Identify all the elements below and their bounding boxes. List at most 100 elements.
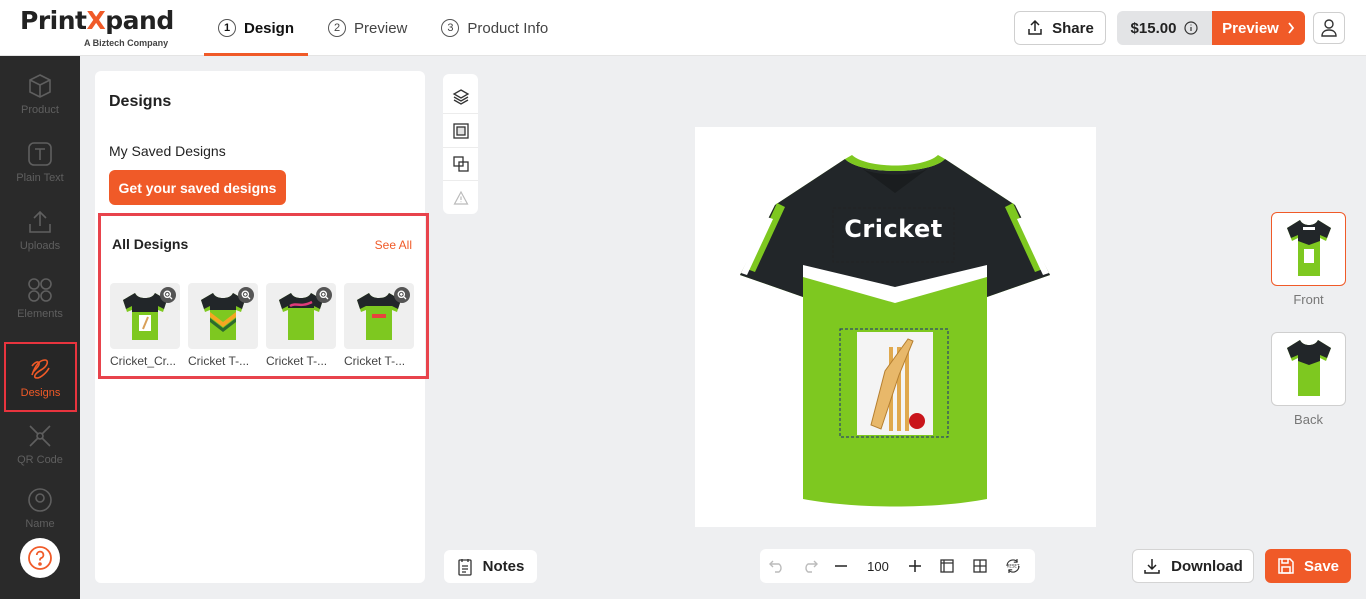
design-thumbnail[interactable]: Cricket_Cr... [110, 283, 180, 368]
share-icon [1028, 19, 1042, 35]
view-front[interactable]: Front [1271, 212, 1346, 307]
preview-button[interactable]: Preview [1212, 11, 1305, 45]
elements-icon [28, 278, 52, 302]
zoom-value[interactable]: 100 [856, 559, 900, 574]
design-thumbnail[interactable]: Cricket T-... [188, 283, 258, 368]
fit-screen-button[interactable] [930, 549, 963, 583]
all-designs-section: All Designs See All Cricket_Cr... Cricke… [98, 213, 429, 379]
notes-icon [458, 558, 472, 576]
layers-button[interactable] [443, 80, 478, 113]
rail-item-label: Name [25, 518, 55, 530]
name-icon [28, 488, 52, 512]
svg-text:RESET: RESET [1006, 564, 1019, 569]
reset-button[interactable]: RESET [996, 549, 1029, 583]
rail-item-label: Uploads [19, 240, 61, 252]
share-button[interactable]: Share [1014, 11, 1106, 45]
price-value: $15.00 [1130, 19, 1177, 37]
tshirt-front-icon [740, 155, 1050, 507]
text-icon [28, 142, 52, 166]
preview-label: Preview [1222, 19, 1279, 37]
zoom-toolbar: 100 RESET [760, 549, 1035, 583]
download-button[interactable]: Download [1132, 549, 1254, 583]
help-button[interactable] [20, 538, 60, 578]
rail-item-label: Plain Text [16, 172, 64, 184]
logo-text-pand: pand [105, 6, 174, 35]
get-saved-designs-button[interactable]: Get your saved designs [109, 170, 286, 205]
bring-forward-icon [452, 123, 469, 139]
download-icon [1144, 559, 1160, 574]
printxpand-logo[interactable]: PrintXpand A Biztech Company [20, 6, 180, 50]
info-icon [1184, 21, 1199, 35]
price-preview-group: $15.00 Preview [1117, 11, 1305, 45]
minus-icon [835, 565, 847, 567]
zoom-in-icon[interactable] [238, 287, 254, 303]
rail-item-elements[interactable]: Elements [0, 268, 80, 328]
top-header: PrintXpand A Biztech Company 1 Design 2 … [0, 0, 1366, 56]
designs-panel: Designs My Saved Designs Get your saved … [95, 71, 429, 583]
rail-item-qr-code[interactable]: QR Code [0, 414, 80, 474]
tshirt-front-thumb-icon [1286, 220, 1331, 276]
rail-item-name[interactable]: Name [0, 482, 80, 534]
undo-button[interactable] [760, 549, 793, 583]
send-backward-button[interactable] [443, 146, 478, 181]
rail-item-label: QR Code [17, 454, 63, 466]
rail-item-label: Designs [20, 387, 61, 399]
reset-icon: RESET [1005, 559, 1019, 573]
tab-product-info[interactable]: 3 Product Info [427, 0, 562, 56]
design-thumbnail[interactable]: Cricket T-... [266, 283, 336, 368]
design-thumbnail[interactable]: Cricket T-... [344, 283, 414, 368]
step-label: Design [244, 19, 295, 37]
warning-button[interactable] [443, 180, 478, 214]
download-label: Download [1171, 557, 1243, 575]
undo-icon [768, 560, 782, 573]
save-button[interactable]: Save [1265, 549, 1351, 583]
tab-design[interactable]: 1 Design [204, 0, 309, 56]
send-backward-icon [452, 156, 469, 172]
canvas-text-cricket[interactable]: Cricket [835, 215, 952, 243]
see-all-link[interactable]: See All [375, 238, 412, 252]
rail-item-uploads[interactable]: Uploads [0, 200, 80, 260]
warning-icon [452, 190, 469, 205]
help-icon [28, 546, 52, 570]
design-label: Cricket T-... [344, 354, 406, 368]
design-canvas[interactable]: Cricket [695, 127, 1096, 527]
share-label: Share [1052, 19, 1094, 37]
save-label: Save [1303, 557, 1340, 575]
plus-icon [909, 560, 921, 572]
left-tool-rail: Product Plain Text Uploads Elements Desi… [0, 56, 80, 599]
view-label: Back [1294, 412, 1323, 427]
user-icon [1321, 19, 1337, 37]
design-label: Cricket_Cr... [110, 354, 177, 368]
layers-icon [452, 88, 469, 105]
logo-text-x: X [86, 6, 106, 35]
redo-icon [804, 560, 818, 573]
rail-item-product[interactable]: Product [0, 64, 80, 124]
zoom-in-icon[interactable] [394, 287, 410, 303]
tab-preview[interactable]: 2 Preview [314, 0, 421, 56]
step-label: Preview [354, 19, 408, 37]
step-tabs: 1 Design 2 Preview 3 Product Info [204, 0, 568, 56]
zoom-in-button[interactable] [900, 549, 930, 583]
zoom-out-button[interactable] [826, 549, 856, 583]
notes-label: Notes [482, 558, 525, 575]
zoom-in-icon[interactable] [316, 287, 332, 303]
grid-button[interactable] [963, 549, 996, 583]
logo-text-print: Print [20, 6, 87, 35]
panel-title: Designs [109, 93, 172, 110]
saved-designs-title: My Saved Designs [109, 143, 226, 159]
rail-item-designs[interactable]: Designs [4, 342, 77, 412]
step-number: 1 [218, 19, 236, 37]
upload-icon [29, 210, 51, 233]
notes-button[interactable]: Notes [444, 550, 537, 583]
user-account-button[interactable] [1313, 12, 1345, 44]
view-back[interactable]: Back [1271, 332, 1346, 427]
zoom-in-icon[interactable] [160, 287, 176, 303]
tshirt-back-thumb-icon [1286, 340, 1331, 396]
bring-forward-button[interactable] [443, 113, 478, 147]
design-label: Cricket T-... [266, 354, 328, 368]
rail-item-plain-text[interactable]: Plain Text [0, 132, 80, 192]
designs-icon [30, 359, 50, 379]
price-display[interactable]: $15.00 [1117, 11, 1212, 45]
redo-button[interactable] [793, 549, 826, 583]
design-thumbnails: Cricket_Cr... Cricket T-... Cricket T-..… [110, 283, 414, 368]
